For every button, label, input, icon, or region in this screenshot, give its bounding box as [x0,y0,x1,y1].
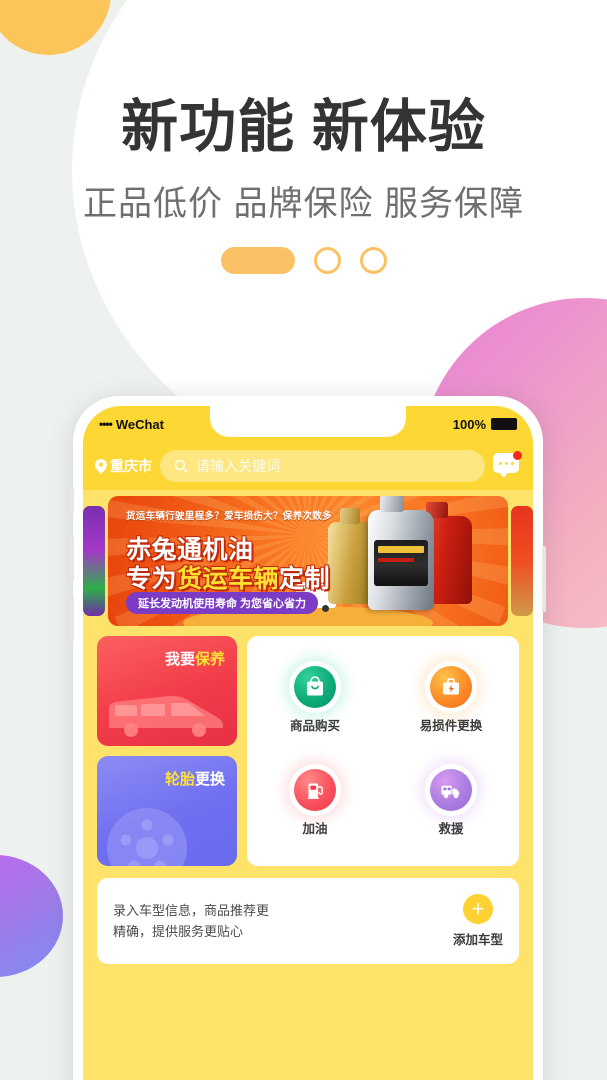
add-vehicle-card[interactable]: 录入车型信息，商品推荐更 精确，提供服务更贴心 + 添加车型 [97,878,519,964]
add-vehicle-description-line1: 录入车型信息，商品推荐更 [113,902,270,918]
phone-volume-up [70,536,74,582]
banner-title-line2-plain2: 定制 [279,565,331,593]
promo-header: 新功能 新体验 正品低价 品牌保险 服务保障 [0,95,607,274]
banner-oil-bottle-silver [368,496,434,610]
promo-card-tire-title: 轮胎更换 [97,768,225,789]
add-vehicle-description: 录入车型信息，商品推荐更 精确，提供服务更贴心 [113,900,269,943]
tow-truck-icon [430,768,472,811]
promo-carousel[interactable]: 货运车辆行驶里程多？爱车损伤大？保养次数多 赤兔通机油 专为货运车辆定制 延长发… [83,496,533,626]
carousel-banner-active[interactable]: 货运车辆行驶里程多？爱车损伤大？保养次数多 赤兔通机油 专为货运车辆定制 延长发… [108,496,508,626]
message-unread-badge [513,451,522,460]
location-selector[interactable]: 重庆市 [95,456,152,476]
location-pin-icon [95,458,107,474]
phone-notch [210,406,406,437]
decor-circle-yellow [0,0,111,55]
service-item-parts-label: 易损件更换 [419,718,483,733]
battery-full-icon [491,418,517,430]
decor-circle-purple [0,855,63,977]
service-item-parts[interactable]: 易损件更换 [419,665,483,734]
banner-tagline: 延长发动机使用寿命 为您省心省力 [126,592,319,614]
banner-title-line2: 专为货运车辆定制 [126,559,330,595]
location-label: 重庆市 [110,458,152,474]
page-subtitle: 正品低价 品牌保险 服务保障 [83,184,524,223]
service-item-fuel[interactable]: 加油 [294,768,336,837]
app-search-bar: 重庆市 请输入关键词 [83,442,533,490]
pagination-dot-1[interactable] [220,246,295,274]
message-button[interactable] [493,451,522,479]
banner-title-line2-plain1: 专为 [126,565,178,593]
carousel-pagination[interactable] [0,246,607,274]
phone-volume-down [70,596,74,642]
status-bar: •••• WeChat 100% [83,406,533,442]
promo-cards-column: 我要保养 轮胎更换 [97,636,237,866]
service-item-rescue-label: 救援 [438,821,464,836]
pagination-dot-2[interactable] [313,246,341,274]
phone-screen: •••• WeChat 100% 重庆市 请输入关键词 货运车辆行驶里程多？爱车… [83,406,533,1080]
banner-kicker: 货运车辆行驶里程多？爱车损伤大？保养次数多 [126,511,332,522]
phone-mockup: •••• WeChat 100% 重庆市 请输入关键词 货运车辆行驶里程多？爱车… [70,396,546,1080]
service-item-rescue[interactable]: 救援 [430,768,472,837]
search-placeholder: 请输入关键词 [196,458,280,474]
wheel-icon [107,808,187,866]
add-vehicle-description-line2: 精确，提供服务更贴心 [113,924,244,939]
banner-bottle-label [374,540,428,586]
services-section: 我要保养 轮胎更换 商品购买 易损件更换 加油 救援 [83,626,533,866]
signal-dots-icon: •••• [99,417,113,431]
promo-card-tire[interactable]: 轮胎更换 [97,756,237,866]
service-item-shopping[interactable]: 商品购买 [289,665,340,734]
promo-card-maintenance-title: 我要保养 [97,648,225,669]
toolbox-bolt-icon [429,665,472,708]
promo-tire-label-plain: 更换 [194,771,225,788]
promo-tire-label-accent: 轮胎 [164,771,195,788]
promo-maintenance-label-accent: 保养 [194,651,225,668]
shopping-bag-icon [293,665,336,708]
promo-maintenance-label-plain: 我要 [164,651,195,668]
plus-icon: + [462,894,493,924]
service-item-fuel-label: 加油 [302,821,328,836]
service-grid: 商品购买 易损件更换 加油 救援 [247,636,519,866]
search-icon [174,459,188,473]
add-vehicle-button[interactable]: + 添加车型 [453,894,503,948]
battery-percent-label: 100% [452,416,486,432]
fuel-pump-icon [294,768,336,811]
carousel-slide-prev[interactable] [83,506,105,616]
pagination-dot-3[interactable] [359,246,387,274]
app-content: 货运车辆行驶里程多？爱车损伤大？保养次数多 赤兔通机油 专为货运车辆定制 延长发… [83,496,533,1080]
phone-mute-switch [70,488,74,514]
carrier-label: WeChat [115,416,164,432]
add-vehicle-button-label: 添加车型 [452,933,503,947]
page-title: 新功能 新体验 [121,95,486,159]
carousel-slide-next[interactable] [511,506,533,616]
van-icon [109,695,223,737]
search-input[interactable]: 请输入关键词 [160,450,485,482]
service-item-shopping-label: 商品购买 [289,718,340,733]
phone-power-button [542,546,546,612]
promo-card-maintenance[interactable]: 我要保养 [97,636,237,746]
banner-title-line2-highlight: 货运车辆 [177,565,280,593]
